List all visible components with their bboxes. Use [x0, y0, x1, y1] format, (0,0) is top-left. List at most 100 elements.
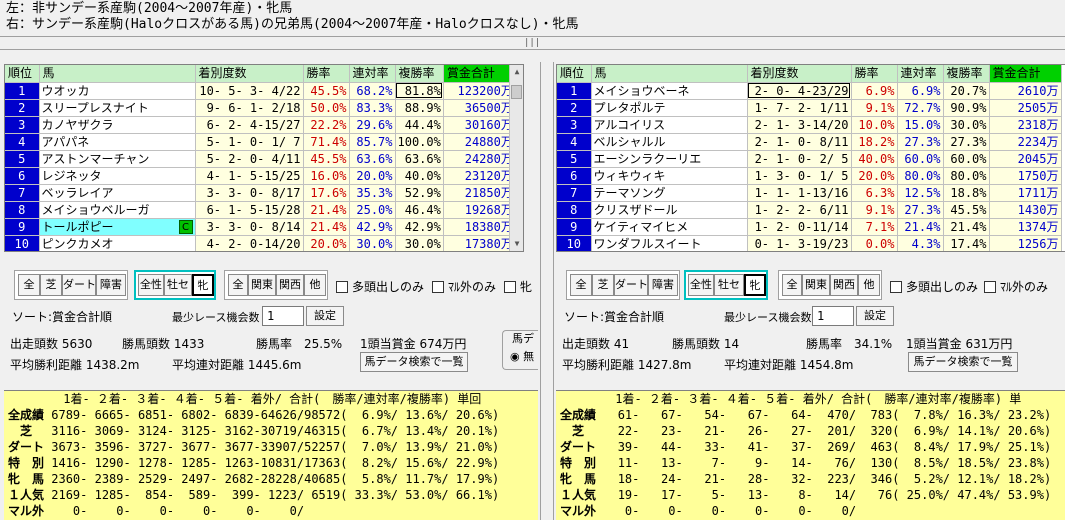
row-show-rate[interactable]: 20.7% — [943, 82, 990, 100]
row-win-rate[interactable]: 6.3% — [851, 184, 898, 202]
checkbox-icon[interactable] — [890, 281, 902, 293]
row-win-rate[interactable]: 16.0% — [303, 167, 350, 185]
row-horse-name[interactable]: テーマソング — [591, 184, 748, 202]
row-quinella-rate[interactable]: 4.3% — [897, 235, 944, 251]
scroll-up-icon[interactable]: ▲ — [510, 65, 523, 79]
col-quinella[interactable]: 連対率 — [349, 65, 396, 83]
row-win-rate[interactable]: 0.0% — [851, 235, 898, 251]
left-filter-obstacle[interactable]: 障害 — [96, 274, 126, 296]
row-quinella-rate[interactable]: 27.3% — [897, 133, 944, 151]
left-filter-allregion[interactable]: 全 — [228, 274, 248, 296]
row-rank[interactable]: 7 — [557, 184, 592, 202]
row-quinella-rate[interactable]: 60.0% — [897, 150, 944, 168]
row-show-rate[interactable]: 63.6% — [395, 150, 444, 168]
table-row[interactable]: 3 アルコイリス 2- 1- 3-14/20 10.0% 15.0% 30.0% 2318万 — [557, 116, 1062, 134]
row-prize[interactable]: 2234万 — [989, 133, 1062, 151]
col-win[interactable]: 勝率 — [303, 65, 350, 83]
row-quinella-rate[interactable]: 42.9% — [349, 218, 396, 236]
row-prize[interactable]: 24880万 — [443, 133, 516, 151]
row-quinella-rate[interactable]: 83.3% — [349, 99, 396, 117]
row-prize[interactable]: 1430万 — [989, 201, 1062, 219]
row-prize[interactable]: 19268万 — [443, 201, 516, 219]
row-rank[interactable]: 6 — [557, 167, 592, 185]
table-row[interactable]: 4 アパパネ 5- 1- 0- 1/ 7 71.4% 85.7% 100.0% 24880万 — [5, 133, 516, 151]
row-quinella-rate[interactable]: 80.0% — [897, 167, 944, 185]
row-horse-name[interactable]: ウオッカ — [39, 82, 196, 100]
row-horse-name[interactable]: ベルシャルル — [591, 133, 748, 151]
col-rank[interactable]: 順位 — [557, 65, 592, 83]
row-quinella-rate[interactable]: 68.2% — [349, 82, 396, 100]
row-show-rate[interactable]: 46.4% — [395, 201, 444, 219]
row-win-rate[interactable]: 21.4% — [303, 201, 350, 219]
left-filter-dirt[interactable]: ダート — [62, 274, 96, 296]
col-record[interactable]: 着別度数 — [747, 65, 852, 83]
left-mare-checkbox[interactable]: 牝 — [504, 278, 532, 295]
row-show-rate[interactable]: 60.0% — [943, 150, 990, 168]
checkbox-icon[interactable] — [984, 281, 996, 293]
col-prize[interactable]: 賞金合計 — [443, 65, 516, 83]
row-show-rate[interactable]: 88.9% — [395, 99, 444, 117]
row-quinella-rate[interactable]: 27.3% — [897, 201, 944, 219]
row-win-rate[interactable]: 9.1% — [851, 201, 898, 219]
row-show-rate[interactable]: 52.9% — [395, 184, 444, 202]
left-filter-female[interactable]: 牝 — [192, 274, 214, 296]
radio-icon[interactable]: ◉ — [510, 350, 520, 363]
row-horse-name[interactable]: アパパネ — [39, 133, 196, 151]
right-filter-all[interactable]: 全 — [570, 274, 592, 296]
row-show-rate[interactable]: 100.0% — [395, 133, 444, 151]
row-horse-name[interactable]: ケイティマイヒメ — [591, 218, 748, 236]
table-row[interactable]: 7 ベッラレイア 3- 3- 0- 8/17 17.6% 35.3% 52.9% 21850… — [5, 184, 516, 202]
table-row[interactable]: 10 ピンクカメオ 4- 2- 0-14/20 20.0% 30.0% 30.0% 1738… — [5, 235, 516, 251]
scroll-thumb[interactable] — [511, 85, 522, 99]
vertical-splitter[interactable] — [540, 62, 554, 520]
row-prize[interactable]: 24280万 — [443, 150, 516, 168]
row-win-rate[interactable]: 18.2% — [851, 133, 898, 151]
table-row[interactable]: 8 クリスザドール 1- 2- 2- 6/11 9.1% 27.3% 45.5% 1430万 — [557, 201, 1062, 219]
table-row[interactable]: 1 メイショウベーネ 2- 0- 4-23/29 6.9% 6.9% 20.7% 2610万 — [557, 82, 1062, 100]
row-win-rate[interactable]: 40.0% — [851, 150, 898, 168]
row-record[interactable]: 4- 1- 5-15/25 — [195, 167, 304, 185]
right-filter-allregion[interactable]: 全 — [782, 274, 802, 296]
table-row[interactable]: 6 ウィキウィキ 1- 3- 0- 1/ 5 20.0% 80.0% 80.0% 1750万 — [557, 167, 1062, 185]
row-record[interactable]: 4- 2- 0-14/20 — [195, 235, 304, 251]
row-record[interactable]: 1- 2- 2- 6/11 — [747, 201, 852, 219]
row-horse-name[interactable]: ウィキウィキ — [591, 167, 748, 185]
row-win-rate[interactable]: 7.1% — [851, 218, 898, 236]
row-win-rate[interactable]: 45.5% — [303, 150, 350, 168]
row-rank[interactable]: 9 — [557, 218, 592, 236]
row-prize[interactable]: 1750万 — [989, 167, 1062, 185]
row-record[interactable]: 2- 1- 3-14/20 — [747, 116, 852, 134]
left-foreign-checkbox[interactable]: ﾏﾙ外のみ — [432, 278, 496, 295]
row-rank[interactable]: 7 — [5, 184, 40, 202]
horizontal-splitter[interactable]: ||| — [0, 36, 1065, 50]
row-horse-name[interactable]: スリープレスナイト — [39, 99, 196, 117]
table-row[interactable]: 5 アストンマーチャン 5- 2- 0- 4/11 45.5% 63.6% 63.6% 24… — [5, 150, 516, 168]
left-set-button[interactable]: 設定 — [306, 306, 344, 326]
row-quinella-rate[interactable]: 20.0% — [349, 167, 396, 185]
col-rank[interactable]: 順位 — [5, 65, 40, 83]
row-show-rate[interactable]: 45.5% — [943, 201, 990, 219]
row-win-rate[interactable]: 6.9% — [851, 82, 898, 100]
row-prize[interactable]: 1256万 — [989, 235, 1062, 251]
row-record[interactable]: 1- 1- 1-13/16 — [747, 184, 852, 202]
row-win-rate[interactable]: 9.1% — [851, 99, 898, 117]
row-record[interactable]: 9- 6- 1- 2/18 — [195, 99, 304, 117]
row-win-rate[interactable]: 50.0% — [303, 99, 350, 117]
left-multi-checkbox[interactable]: 多頭出しのみ — [336, 278, 424, 295]
left-grid-scrollbar[interactable]: ▲ ▼ — [509, 65, 523, 251]
right-set-button[interactable]: 設定 — [856, 306, 894, 326]
row-quinella-rate[interactable]: 12.5% — [897, 184, 944, 202]
row-rank[interactable]: 6 — [5, 167, 40, 185]
row-prize[interactable]: 21850万 — [443, 184, 516, 202]
left-filter-turf[interactable]: 芝 — [40, 274, 62, 296]
row-show-rate[interactable]: 81.8% — [395, 82, 444, 100]
row-record[interactable]: 5- 1- 0- 1/ 7 — [195, 133, 304, 151]
left-filter-allsex[interactable]: 全性 — [138, 274, 164, 296]
row-rank[interactable]: 8 — [557, 201, 592, 219]
table-row[interactable]: 4 ベルシャルル 2- 1- 0- 8/11 18.2% 27.3% 27.3% 2234万 — [557, 133, 1062, 151]
row-record[interactable]: 2- 1- 0- 2/ 5 — [747, 150, 852, 168]
right-filter-turf[interactable]: 芝 — [592, 274, 614, 296]
row-quinella-rate[interactable]: 72.7% — [897, 99, 944, 117]
row-horse-name[interactable]: トールポピー C — [39, 218, 196, 236]
row-prize[interactable]: 17380万 — [443, 235, 516, 251]
